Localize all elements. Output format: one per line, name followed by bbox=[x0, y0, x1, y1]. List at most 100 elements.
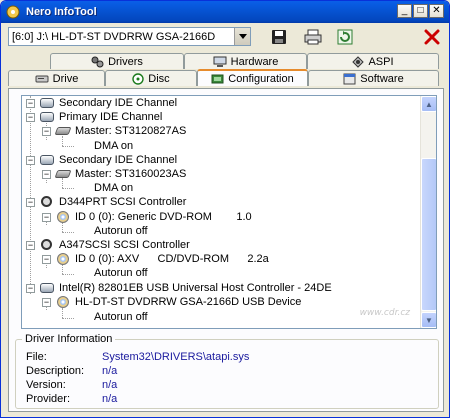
dropdown-arrow-icon[interactable] bbox=[234, 28, 250, 45]
device-tree[interactable]: − Secondary IDE Channel − Primary IDE Ch… bbox=[21, 95, 437, 329]
tree-item[interactable]: − D344PRT SCSI Controller bbox=[26, 195, 186, 209]
tree-connector bbox=[62, 308, 63, 318]
tree-item[interactable]: − Master: ST3160023AS bbox=[42, 167, 186, 181]
tree-item[interactable]: DMA on bbox=[94, 139, 133, 153]
tree-item[interactable]: DMA on bbox=[94, 181, 133, 195]
info-label: Version: bbox=[26, 379, 66, 391]
tree-item-label: DMA on bbox=[94, 182, 134, 194]
info-label: Provider: bbox=[26, 393, 71, 405]
configuration-icon bbox=[211, 74, 224, 83]
toolbar: [6:0] J:\ HL-DT-ST DVDRRW GSA-2166D bbox=[1, 23, 449, 51]
optical-drive-icon bbox=[55, 252, 71, 266]
collapse-icon[interactable]: − bbox=[26, 197, 35, 207]
tree-connector bbox=[62, 146, 74, 147]
tab-disc[interactable]: Disc bbox=[105, 70, 197, 86]
tree-item-label: Autorun off bbox=[94, 267, 148, 279]
collapse-icon[interactable]: − bbox=[26, 240, 35, 250]
tab-aspi-label: ASPI bbox=[368, 55, 394, 68]
save-button[interactable] bbox=[269, 27, 289, 47]
tree-item-label: ID 0 (0): AXV CD/DVD-ROM 2.2a bbox=[75, 253, 269, 265]
collapse-icon[interactable]: − bbox=[26, 283, 35, 293]
info-label: Description: bbox=[26, 365, 85, 377]
aspi-icon bbox=[352, 55, 365, 68]
tree-item-label: Autorun off bbox=[94, 311, 148, 323]
tree-item[interactable]: Autorun off bbox=[94, 224, 148, 238]
tab-configuration[interactable]: Configuration bbox=[197, 69, 308, 86]
save-icon bbox=[272, 30, 286, 44]
tree-item-label: Master: ST3120827AS bbox=[75, 125, 187, 137]
drive-select-value: [6:0] J:\ HL-DT-ST DVDRRW GSA-2166D bbox=[12, 30, 216, 43]
tab-drive[interactable]: Drive bbox=[8, 70, 105, 86]
close-button[interactable]: ✕ bbox=[429, 4, 444, 18]
hardware-icon bbox=[213, 56, 227, 67]
collapse-icon[interactable]: − bbox=[26, 112, 35, 122]
collapse-icon[interactable]: − bbox=[42, 254, 51, 264]
collapse-icon[interactable]: − bbox=[42, 169, 51, 179]
collapse-icon[interactable]: − bbox=[26, 155, 35, 165]
maximize-button[interactable]: □ bbox=[413, 4, 428, 18]
nero-infotool-window: Nero InfoTool _ □ ✕ [6:0] J:\ HL-DT-ST D… bbox=[0, 0, 450, 418]
collapse-icon[interactable]: − bbox=[42, 212, 51, 222]
print-icon bbox=[304, 29, 322, 45]
tree-connector bbox=[62, 188, 74, 189]
tree-item-label: HL-DT-ST DVDRRW GSA-2166D USB Device bbox=[75, 296, 302, 308]
tree-item[interactable]: − Intel(R) 82801EB USB Universal Host Co… bbox=[26, 281, 332, 295]
refresh-button[interactable] bbox=[335, 27, 355, 47]
optical-drive-icon bbox=[55, 295, 71, 309]
tree-item[interactable]: − Secondary IDE Channel bbox=[26, 96, 177, 110]
tree-connector bbox=[62, 318, 74, 319]
tree-item[interactable]: − A347SCSI SCSI Controller bbox=[26, 238, 190, 252]
configuration-panel: − Secondary IDE Channel − Primary IDE Ch… bbox=[8, 88, 444, 412]
scsi-controller-icon bbox=[39, 195, 55, 209]
tab-disc-label: Disc bbox=[148, 72, 170, 85]
title-bar[interactable]: Nero InfoTool _ □ ✕ bbox=[1, 1, 449, 23]
tree-item[interactable]: − HL-DT-ST DVDRRW GSA-2166D USB Device bbox=[42, 295, 301, 309]
driver-provider-row: Provider: n/a bbox=[26, 393, 117, 406]
tree-item-label: DMA on bbox=[94, 140, 134, 152]
optical-drive-icon bbox=[55, 210, 71, 224]
group-title: Driver Information bbox=[22, 333, 116, 345]
hard-disk-icon bbox=[54, 124, 72, 138]
tab-aspi[interactable]: ASPI bbox=[307, 53, 439, 69]
ide-channel-icon bbox=[39, 96, 55, 110]
driver-information-group: Driver Information File: System32\DRIVERS… bbox=[15, 333, 439, 409]
tab-configuration-label: Configuration bbox=[228, 72, 294, 85]
tab-software[interactable]: Software bbox=[308, 70, 439, 86]
info-label: File: bbox=[26, 351, 47, 363]
tree-item[interactable]: − Secondary IDE Channel bbox=[26, 153, 177, 167]
collapse-icon[interactable]: − bbox=[42, 126, 51, 136]
refresh-icon bbox=[337, 29, 353, 45]
tab-hardware[interactable]: Hardware bbox=[184, 53, 307, 69]
tab-drivers-label: Drivers bbox=[108, 55, 143, 68]
scroll-up-icon[interactable]: ▲ bbox=[421, 96, 436, 112]
scroll-thumb[interactable] bbox=[421, 158, 436, 311]
ide-channel-icon bbox=[39, 110, 55, 124]
window-title: Nero InfoTool bbox=[26, 6, 97, 18]
tree-item[interactable]: − ID 0 (0): Generic DVD-ROM 1.0 bbox=[42, 210, 252, 224]
disc-icon bbox=[132, 72, 144, 85]
tab-drivers[interactable]: Drivers bbox=[50, 53, 184, 69]
tab-software-label: Software bbox=[360, 72, 404, 85]
exit-button[interactable] bbox=[422, 27, 442, 47]
tree-item[interactable]: − ID 0 (0): AXV CD/DVD-ROM 2.2a bbox=[42, 252, 269, 266]
hard-disk-icon bbox=[54, 167, 72, 181]
collapse-icon[interactable]: − bbox=[26, 98, 35, 108]
watermark: www.cdr.cz bbox=[359, 308, 410, 318]
print-button[interactable] bbox=[303, 27, 323, 47]
tree-item[interactable]: Autorun off bbox=[94, 310, 148, 324]
tree-item[interactable]: − Primary IDE Channel bbox=[26, 110, 162, 124]
collapse-icon[interactable]: − bbox=[42, 297, 51, 307]
minimize-button[interactable]: _ bbox=[397, 4, 412, 18]
tree-item-label: Secondary IDE Channel bbox=[59, 154, 178, 166]
software-icon bbox=[343, 73, 356, 84]
tree-item-label: Master: ST3160023AS bbox=[75, 168, 187, 180]
tab-drive-label: Drive bbox=[52, 72, 79, 85]
tree-item-label: Secondary IDE Channel bbox=[59, 97, 178, 109]
tree-item[interactable]: − Master: ST3120827AS bbox=[42, 124, 186, 138]
drive-select[interactable]: [6:0] J:\ HL-DT-ST DVDRRW GSA-2166D bbox=[8, 27, 251, 46]
tree-item[interactable]: Autorun off bbox=[94, 266, 148, 280]
tree-scrollbar[interactable]: ▲ ▼ bbox=[420, 96, 436, 328]
scroll-down-icon[interactable]: ▼ bbox=[421, 312, 436, 328]
tree-item-label: D344PRT SCSI Controller bbox=[59, 196, 187, 208]
tree-item-label: Primary IDE Channel bbox=[59, 111, 163, 123]
